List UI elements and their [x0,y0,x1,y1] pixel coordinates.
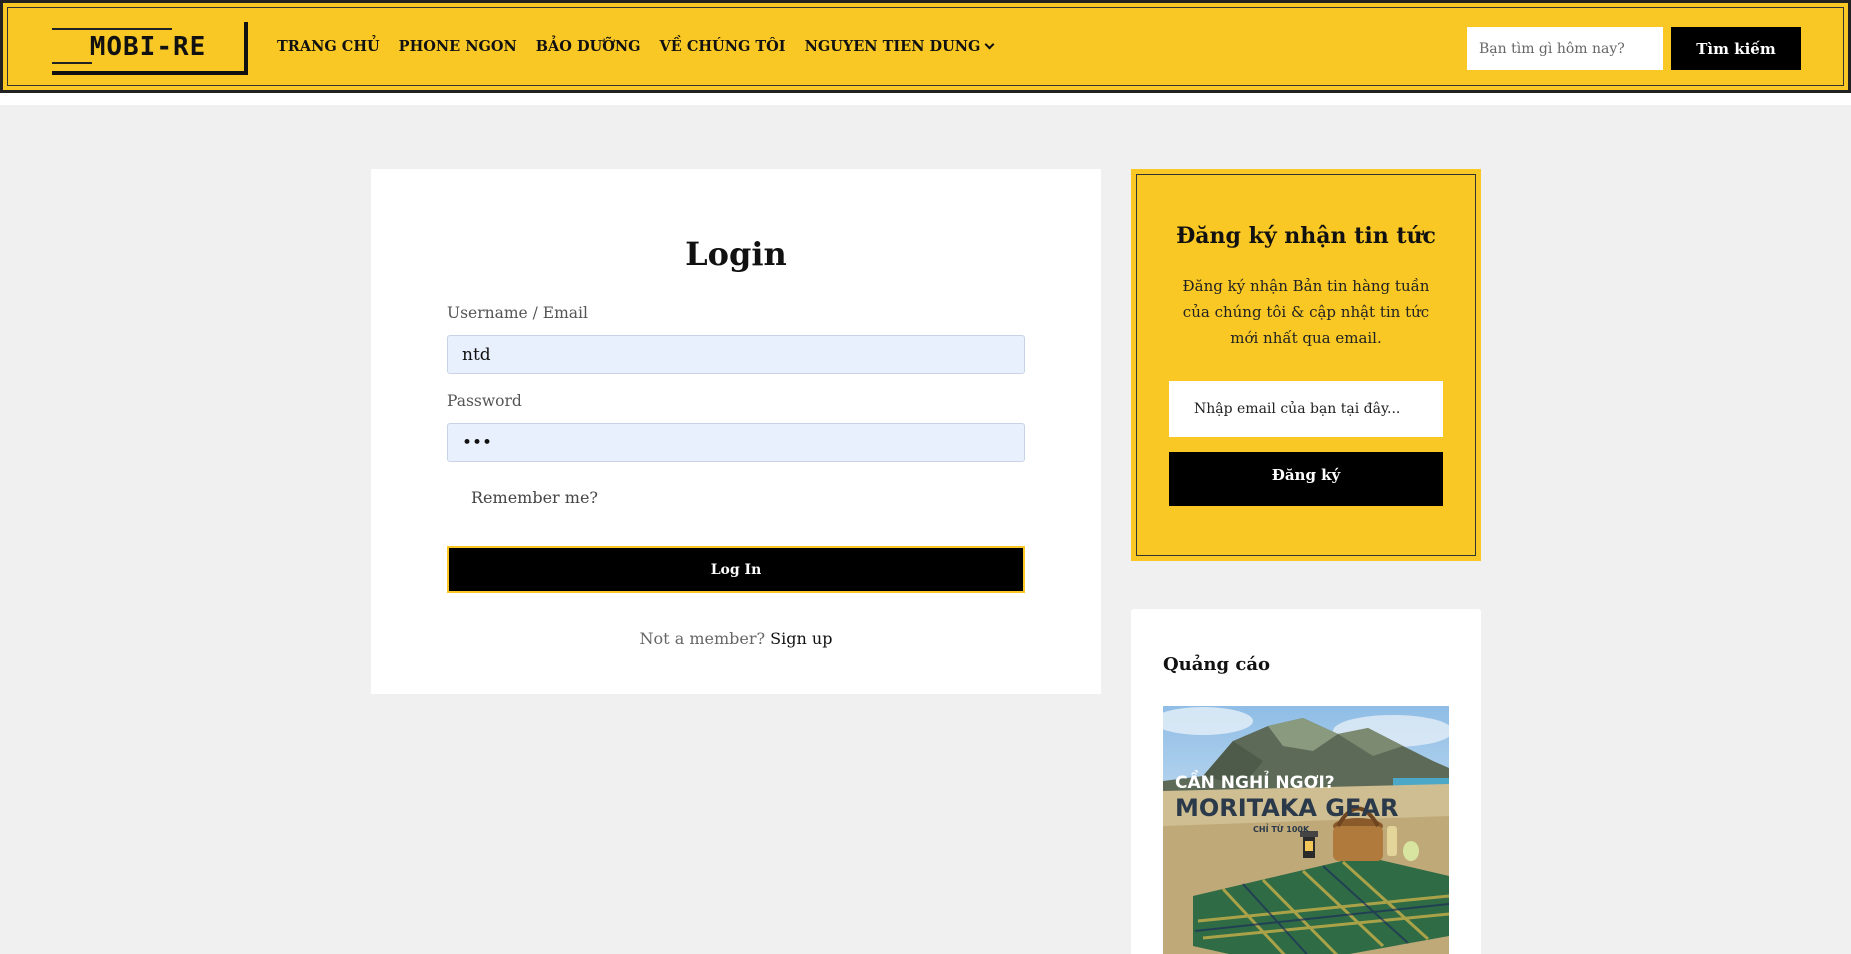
username-label: Username / Email [447,304,588,322]
nav-item-phone[interactable]: PHONE NGON [399,38,517,55]
password-label: Password [447,392,522,410]
nav-item-maintenance[interactable]: BẢO DƯỠNG [536,38,641,55]
site-logo[interactable]: MOBI-RE [52,22,248,75]
main-nav: TRANG CHỦ PHONE NGON BẢO DƯỠNG VỀ CHÚNG … [277,38,995,55]
newsletter-widget: Đăng ký nhận tin tức Đăng ký nhận Bản ti… [1131,169,1481,561]
ad-banner-image[interactable]: CẦN NGHỈ NGƠI? MORITAKA GEAR CHỈ TỪ 100K [1163,706,1449,954]
search-input[interactable] [1467,27,1663,70]
ad-illustration: CẦN NGHỈ NGƠI? MORITAKA GEAR CHỈ TỪ 100K [1163,707,1449,954]
ad-subtext: CHỈ TỪ 100K [1253,823,1310,834]
password-value: ••• [462,432,493,453]
nav-label: VỀ CHÚNG TÔI [659,38,786,55]
login-button[interactable]: Log In [447,546,1025,593]
newsletter-title: Đăng ký nhận tin tức [1176,223,1436,249]
signup-line: Not a member? Sign up [371,629,1101,648]
chevron-down-icon [984,39,995,50]
logo-decor-line [52,28,172,30]
nav-label: TRANG CHỦ [277,38,380,55]
nav-item-user-menu[interactable]: NGUYEN TIEN DUNG [804,38,995,55]
nav-label: BẢO DƯỠNG [535,38,641,55]
username-field[interactable]: ntd [447,335,1025,374]
nav-label: PHONE NGON [398,38,517,55]
ad-title: Quảng cáo [1163,654,1270,675]
login-card: Login Username / Email ntd Password ••• … [371,169,1101,694]
ad-headline: CẦN NGHỈ NGƠI? [1175,769,1335,793]
newsletter-email-input[interactable] [1169,381,1443,437]
signup-link[interactable]: Sign up [770,629,832,648]
header-divider [0,93,1851,105]
remember-me-checkbox[interactable]: Remember me? [471,488,598,507]
password-field[interactable]: ••• [447,423,1025,462]
logo-text: MOBI-RE [89,31,207,62]
nav-item-home[interactable]: TRANG CHỦ [277,38,380,55]
newsletter-description: Đăng ký nhận Bản tin hàng tuần của chúng… [1182,277,1430,347]
ad-brand: MORITAKA GEAR [1175,794,1398,822]
nav-item-about[interactable]: VỀ CHÚNG TÔI [659,38,785,55]
ad-widget: Quảng cáo CẦN NGHỈ NGƠI? MORITAKA GEAR C… [1131,609,1481,954]
search-button[interactable]: Tìm kiếm [1671,27,1801,70]
login-title: Login [685,235,787,273]
newsletter-subscribe-button[interactable]: Đăng ký [1169,452,1443,506]
nav-label: NGUYEN TIEN DUNG [804,38,981,55]
signup-prefix: Not a member? [639,629,766,648]
username-value: ntd [462,344,491,365]
logo-decor-line-short [52,62,92,64]
